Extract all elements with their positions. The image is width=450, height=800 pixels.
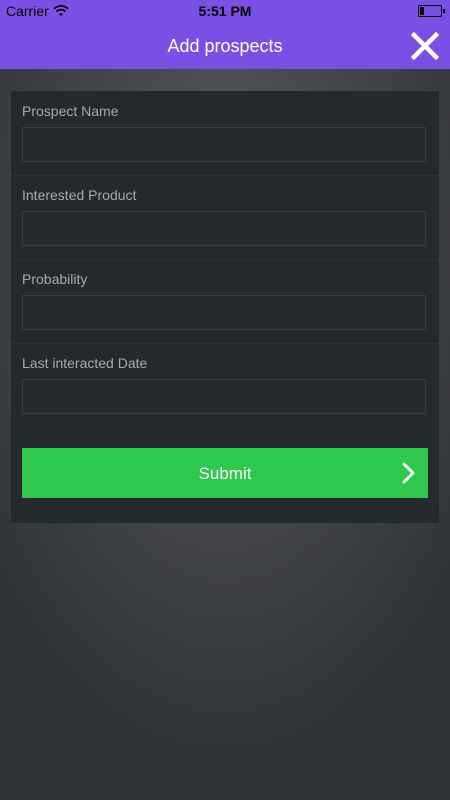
probability-field: Probability	[11, 259, 439, 344]
last-interacted-date-input[interactable]	[22, 379, 426, 414]
prospect-name-input[interactable]	[22, 127, 426, 162]
probability-label: Probability	[22, 271, 88, 287]
close-icon	[410, 31, 440, 61]
probability-input[interactable]	[22, 295, 426, 330]
interested-product-input[interactable]	[22, 211, 426, 246]
interested-product-label: Interested Product	[22, 187, 137, 203]
last-interacted-date-label: Last interacted Date	[22, 355, 148, 371]
interested-product-field: Interested Product	[11, 175, 439, 260]
battery-cap	[443, 9, 445, 13]
nav-bar: Add prospects	[0, 22, 450, 69]
chevron-right-icon	[402, 462, 415, 484]
prospect-name-label: Prospect Name	[22, 103, 119, 119]
prospect-form: Prospect Name Interested Product Probabi…	[11, 91, 439, 523]
page-title: Add prospects	[167, 36, 283, 56]
last-interacted-date-field: Last interacted Date	[11, 343, 439, 427]
battery-icon	[418, 5, 445, 17]
status-time: 5:51 PM	[198, 3, 252, 19]
battery-level-fill	[420, 7, 424, 15]
prospect-name-field: Prospect Name	[11, 91, 439, 176]
close-button[interactable]	[408, 29, 442, 63]
submit-label: Submit	[198, 464, 252, 483]
status-bar: Carrier 5:51 PM	[0, 0, 450, 22]
submit-button[interactable]: Submit	[22, 448, 428, 498]
